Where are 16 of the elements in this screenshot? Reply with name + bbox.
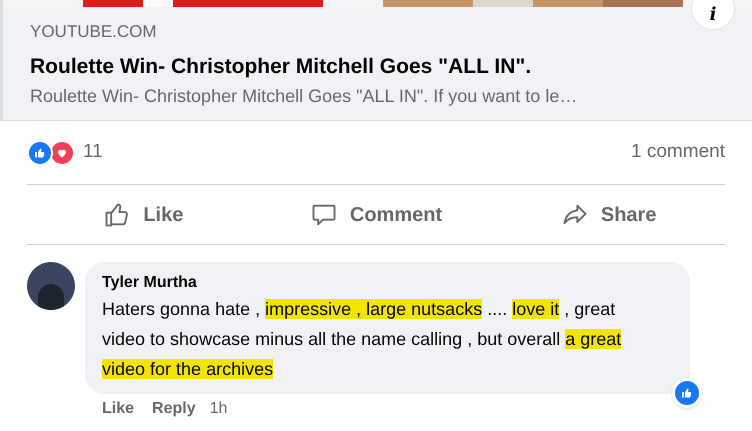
thumbs-up-icon: [34, 146, 46, 158]
like-button[interactable]: Like: [27, 185, 260, 244]
reply-link[interactable]: Reply: [152, 397, 196, 421]
link-domain: YOUTUBE.COM: [30, 21, 158, 43]
link-title: Roulette Win- Christopher Mitchell Goes "ALL IN".: [30, 54, 532, 80]
like-reaction-icon[interactable]: [672, 378, 702, 408]
comment-time: 1h: [210, 399, 228, 419]
comment-author[interactable]: Tyler Murtha: [102, 272, 673, 294]
reaction-count[interactable]: 11: [83, 138, 103, 167]
share-button[interactable]: Share: [492, 185, 726, 244]
thumbs-up-icon: [681, 387, 693, 399]
link-description: Roulette Win- Christopher Mitchell Goes "ALL IN". If you want to le…: [30, 85, 578, 108]
comment-button[interactable]: Comment: [260, 185, 492, 244]
like-link[interactable]: Like: [102, 397, 134, 421]
avatar[interactable]: [27, 262, 75, 310]
comment-count[interactable]: 1 comment: [631, 138, 725, 167]
